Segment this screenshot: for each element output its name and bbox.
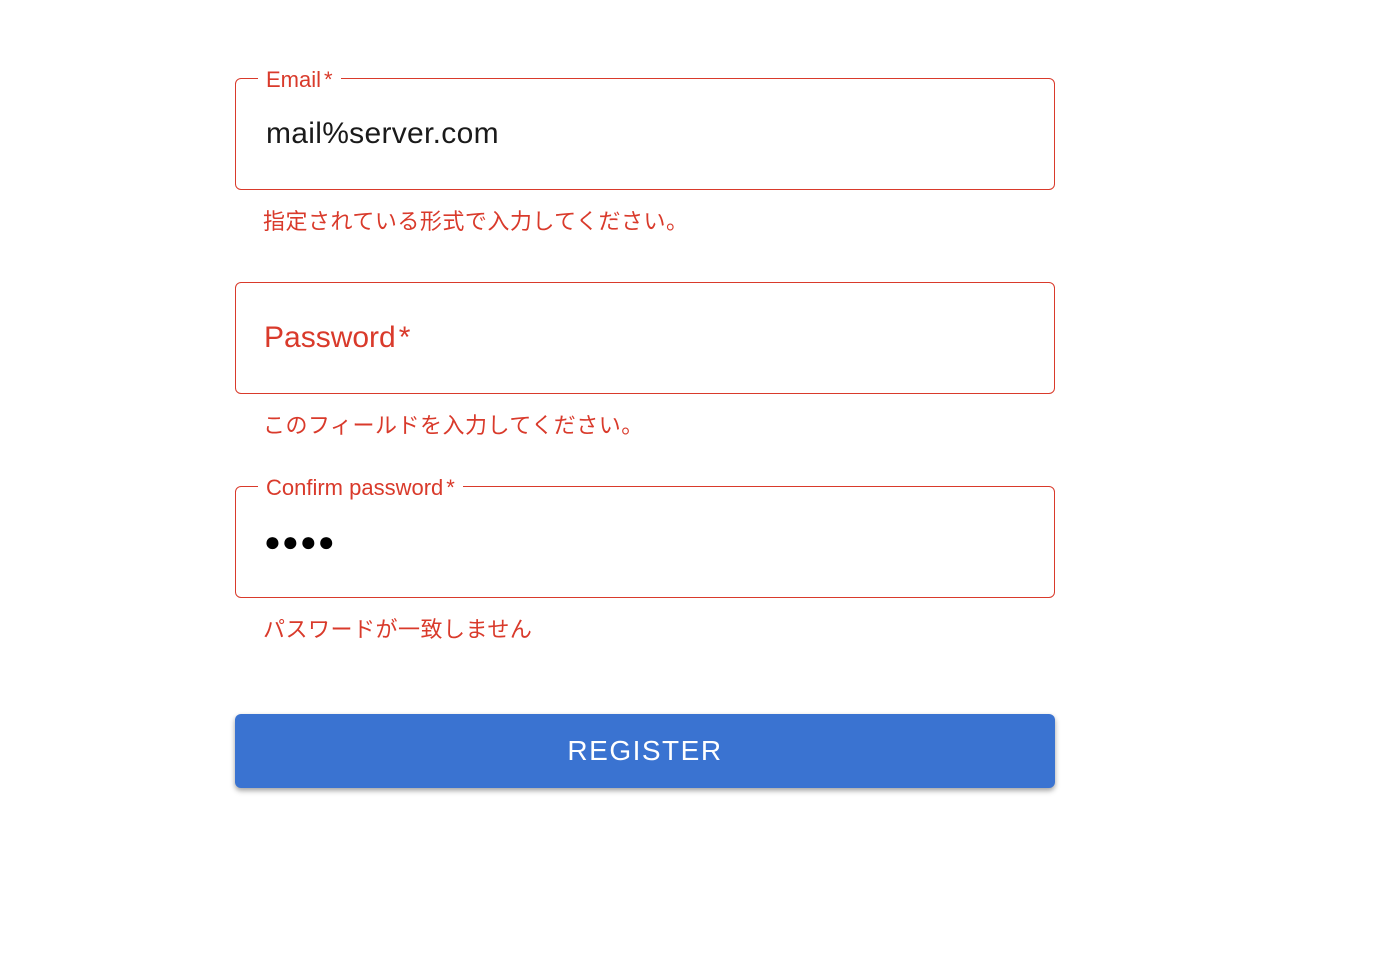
- register-button[interactable]: REGISTER: [235, 714, 1055, 788]
- confirm-password-input[interactable]: ●●●●: [264, 526, 336, 558]
- password-field-group: Password* このフィールドを入力してください。: [235, 282, 1055, 440]
- confirm-password-field-box[interactable]: Confirm password* ●●●●: [235, 486, 1055, 598]
- password-label: Password*: [264, 321, 410, 355]
- required-asterisk: *: [324, 67, 333, 92]
- confirm-password-label: Confirm password*: [258, 475, 463, 501]
- required-asterisk: *: [446, 475, 455, 500]
- email-input[interactable]: [264, 116, 1026, 152]
- confirm-password-field-group: Confirm password* ●●●● パスワードが一致しません: [235, 486, 1055, 644]
- registration-form: Email* 指定されている形式で入力してください。 Password* このフ…: [235, 0, 1055, 788]
- password-helper-text: このフィールドを入力してください。: [263, 408, 1055, 440]
- confirm-password-label-text: Confirm password: [266, 475, 443, 500]
- email-helper-text: 指定されている形式で入力してください。: [263, 204, 1055, 236]
- password-field-box[interactable]: Password*: [235, 282, 1055, 394]
- email-field-group: Email* 指定されている形式で入力してください。: [235, 78, 1055, 236]
- email-field-box[interactable]: Email*: [235, 78, 1055, 190]
- required-asterisk: *: [399, 321, 411, 354]
- password-label-text: Password: [264, 321, 396, 354]
- email-label-text: Email: [266, 67, 321, 92]
- email-label: Email*: [258, 67, 341, 93]
- confirm-password-helper-text: パスワードが一致しません: [263, 612, 1055, 644]
